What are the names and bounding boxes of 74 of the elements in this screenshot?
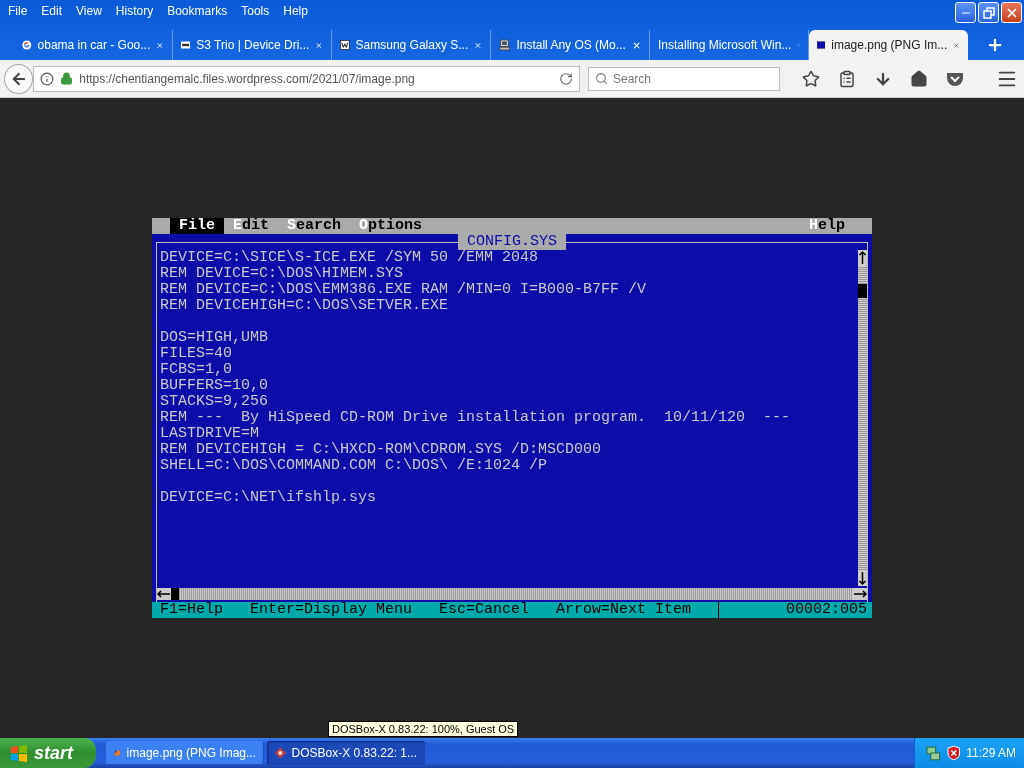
menu-item[interactable]: Tools: [241, 4, 270, 18]
config-line: FCBS=1,0: [160, 362, 233, 378]
tab-title: obama in car - Goo...: [37, 38, 151, 52]
wikipedia-icon: [340, 37, 350, 53]
menu-item[interactable]: View: [76, 4, 102, 18]
windows-flag-icon: [10, 744, 28, 762]
close-button[interactable]: [1001, 2, 1022, 23]
clock: 11:29 AM: [966, 746, 1016, 760]
scroll-left-icon[interactable]: [157, 588, 171, 600]
network-icon[interactable]: [925, 745, 941, 761]
config-line: REM DEVICE=C:\DOS\EMM386.EXE RAM /MIN=0 I=B000-B7FF /V: [160, 282, 648, 298]
plus-icon: [986, 36, 1004, 54]
config-line: LASTDRIVE=M: [160, 426, 261, 442]
taskbar-button[interactable]: image.png (PNG Imag...: [106, 741, 264, 765]
security-shield-icon[interactable]: [946, 745, 961, 761]
search-icon: [595, 71, 608, 85]
config-line: DOS=HIGH,UMB: [160, 330, 270, 346]
scroll-right-icon[interactable]: [853, 588, 867, 600]
scroll-down-icon[interactable]: [858, 570, 867, 586]
browser-tab[interactable]: image.png (PNG Im...: [809, 30, 968, 60]
scroll-thumb[interactable]: [171, 588, 179, 600]
config-line: REM DEVICE=C:\DOS\HIMEM.SYS: [160, 266, 405, 282]
config-line: FILES=40: [160, 346, 233, 362]
bookmark-star-icon[interactable]: [802, 69, 820, 88]
pocket-icon[interactable]: [946, 70, 964, 87]
tab-title: Installing Microsoft Win...: [658, 38, 792, 52]
menu-item[interactable]: Help: [283, 4, 308, 18]
scroll-up-icon[interactable]: [858, 250, 867, 266]
config-line: STACKS=9,256: [160, 394, 269, 410]
scroll-thumb[interactable]: [858, 284, 867, 298]
tooltip: DOSBox-X 0.83.22: 100%, Guest OS: [328, 721, 519, 737]
menu-item[interactable]: Bookmarks: [167, 4, 228, 18]
config-line: DEVICE=C:\SICE\S-ICE.EXE /SYM 50 /EMM 2048: [160, 250, 540, 266]
search-field[interactable]: Search: [588, 66, 780, 91]
computer-icon: [499, 37, 511, 53]
key-hint: Arrow=Next Item: [556, 602, 692, 618]
dosbox-icon: [275, 745, 286, 761]
dos-menu-item[interactable]: Options: [350, 218, 432, 234]
menu-item[interactable]: History: [115, 4, 154, 18]
config-line: BUFFERS=10,0: [160, 378, 270, 394]
address-bar[interactable]: https://chentiangemalc.files.wordpress.com/2021/07/image.png: [33, 65, 580, 92]
tab-title: Samsung Galaxy S...: [355, 38, 469, 52]
key-hint: Enter=Display Menu: [250, 602, 413, 618]
tab-title: Install Any OS (Mo...: [516, 38, 626, 52]
back-button[interactable]: [4, 63, 34, 94]
config-line: REM DEVICEHIGH=C:\DOS\SETVER.EXE: [160, 298, 450, 314]
config-line: DEVICE=C:\NET\ifshlp.sys: [160, 490, 378, 506]
menu-item[interactable]: File: [8, 4, 28, 18]
cursor-position: 00002:005: [718, 602, 878, 618]
restore-icon: [982, 6, 995, 19]
info-icon[interactable]: [40, 71, 55, 86]
menu-item[interactable]: Edit: [41, 4, 63, 18]
key-hint: Esc=Cancel: [439, 602, 530, 618]
file-title: CONFIG.SYS: [458, 234, 566, 250]
reload-icon[interactable]: [559, 71, 573, 86]
dos-menu-item[interactable]: Search: [278, 218, 351, 234]
taskbar-button[interactable]: DOSBox-X 0.83.22: 1...: [267, 741, 425, 765]
home-icon[interactable]: [910, 69, 928, 88]
minimize-button[interactable]: [955, 2, 976, 23]
restore-button[interactable]: [978, 2, 999, 23]
tab-title: S3 Trio | Device Dri...: [196, 38, 310, 52]
config-line: REM --- By HiSpeed CD-ROM Drive installation program. 10/11/120 ---: [160, 410, 792, 426]
dos-menu-item[interactable]: File: [170, 218, 224, 234]
dos-menu-item[interactable]: Edit: [224, 218, 279, 234]
start-button[interactable]: start: [0, 738, 96, 768]
reading-list-icon[interactable]: [838, 69, 856, 88]
config-line: SHELL=C:\DOS\COMMAND.COM C:\DOS\ /E:1024 /P: [160, 458, 549, 474]
tab-title: image.png (PNG Im...: [831, 38, 948, 52]
key-hint: F1=Help: [160, 602, 223, 618]
url-text: https://chentiangemalc.files.wordpress.com/2021/07/image.png: [79, 71, 416, 86]
config-line: REM DEVICEHIGH = C:\HXCD-ROM\CDROM.SYS /D:MSCD000: [160, 442, 603, 458]
dos-menu-item[interactable]: Help: [799, 218, 854, 234]
vertical-scrollbar[interactable]: [858, 250, 867, 586]
lock-icon: [60, 72, 74, 85]
